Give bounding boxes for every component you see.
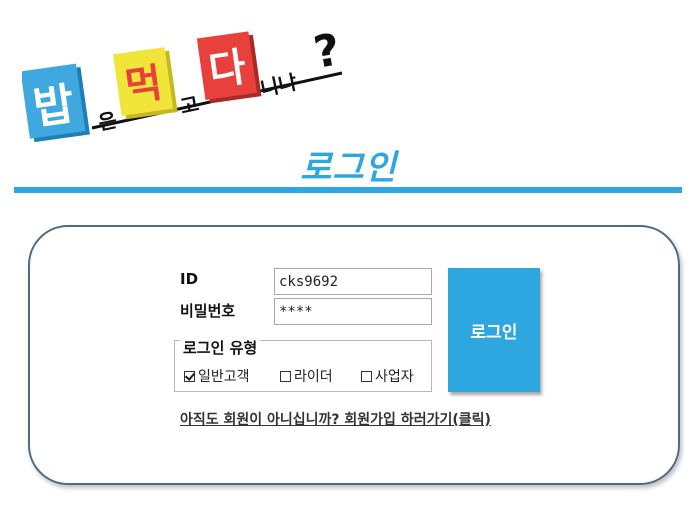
checkbox-customer[interactable] [184, 370, 195, 382]
logo-graphic: 밥 은 먹 고 다 니냐 ? [20, 24, 344, 143]
type-option-rider-label: 라이더 [294, 369, 333, 385]
password-label: 비밀번호 [180, 302, 236, 320]
svg-text:고: 고 [178, 92, 201, 119]
title-divider [14, 187, 682, 193]
type-option-business-label: 사업자 [375, 369, 414, 385]
checkbox-rider[interactable] [280, 370, 291, 382]
id-label: ID [180, 270, 199, 288]
checkbox-business[interactable] [361, 370, 372, 382]
svg-text:다: 다 [206, 44, 249, 95]
id-input[interactable] [274, 268, 432, 295]
svg-text:먹: 먹 [122, 60, 165, 111]
logo: 밥 은 먹 고 다 니냐 ? [20, 18, 362, 158]
type-option-business[interactable]: 사업자 [361, 366, 414, 386]
login-button[interactable]: 로그인 [448, 268, 540, 392]
svg-text:니냐: 니냐 [258, 70, 300, 101]
login-type-legend: 로그인 유형 [180, 337, 261, 358]
svg-text:?: ? [310, 24, 344, 79]
type-option-rider[interactable]: 라이더 [280, 366, 333, 386]
type-option-customer[interactable]: 일반고객 [184, 366, 250, 386]
page-title: 로그인 [300, 148, 397, 188]
svg-text:은: 은 [96, 108, 119, 135]
svg-text:밥: 밥 [30, 79, 77, 135]
type-option-customer-label: 일반고객 [198, 369, 250, 385]
signup-link[interactable]: 아직도 회원이 아니십니까? 회원가입 하러가기(클릭) [180, 411, 540, 429]
password-input[interactable] [274, 298, 432, 325]
